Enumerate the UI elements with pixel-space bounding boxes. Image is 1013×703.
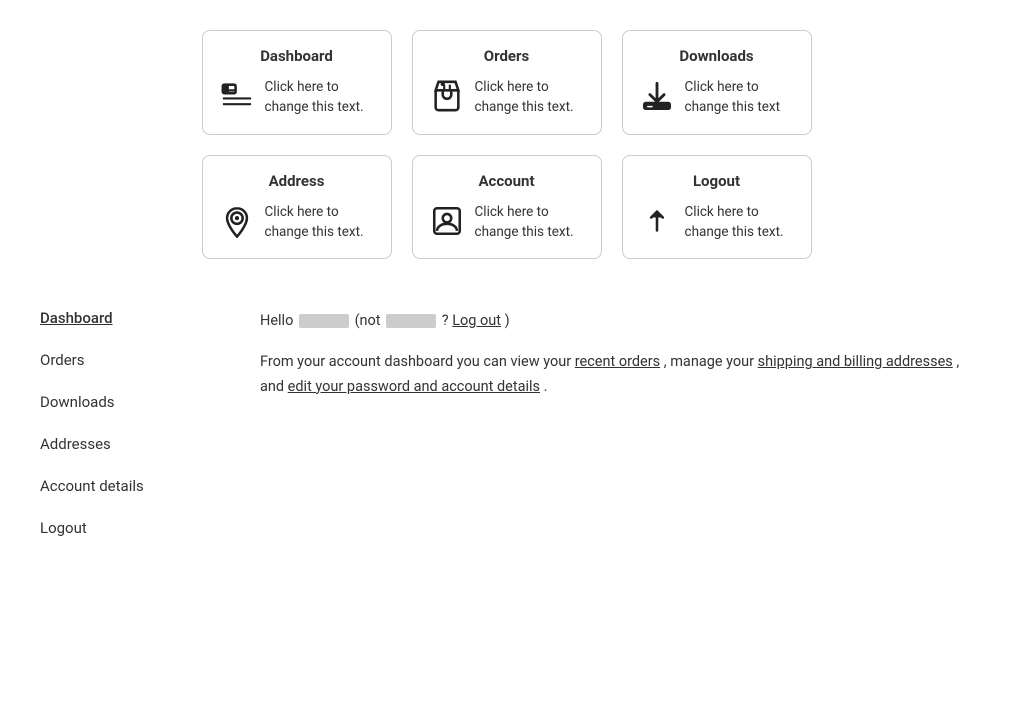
account-icon (429, 202, 465, 238)
desc-middle: , manage your (664, 353, 758, 370)
edit-account-link[interactable]: edit your password and account details (288, 378, 540, 395)
desc-period: . (544, 378, 548, 395)
card-body-dashboard: Click here to change this text. (219, 77, 375, 118)
hello-paren-close: ) (505, 312, 510, 329)
orders-icon (429, 77, 465, 113)
card-text-dashboard: Click here to change this text. (265, 77, 375, 118)
hello-not: (not (355, 312, 385, 329)
card-body-account: Click here to change this text. (429, 202, 585, 243)
description-line: From your account dashboard you can view… (260, 350, 973, 399)
card-body-logout: Click here to change this text. (639, 202, 795, 243)
card-body-address: Click here to change this text. (219, 202, 375, 243)
card-title-orders: Orders (429, 47, 585, 65)
card-text-logout: Click here to change this text. (685, 202, 795, 243)
bottom-section: Dashboard Orders Downloads Addresses Account… (40, 299, 973, 561)
sidebar-nav: Dashboard Orders Downloads Addresses Account… (40, 309, 200, 561)
log-out-link[interactable]: Log out (452, 312, 501, 329)
hello-line: Hello (not ? Log out ) (260, 309, 973, 332)
card-account[interactable]: Account Click here to change this text. (412, 155, 602, 260)
card-text-downloads: Click here to change this text (685, 77, 795, 118)
blurred-username-2 (386, 314, 436, 328)
sidebar-item-account-details[interactable]: Account details (40, 477, 200, 495)
dashboard-cards-grid: Dashboard Click here to change this text… (40, 20, 973, 259)
card-title-downloads: Downloads (639, 47, 795, 65)
card-body-downloads: Click here to change this text (639, 77, 795, 118)
card-title-dashboard: Dashboard (219, 47, 375, 65)
card-body-orders: Click here to change this text. (429, 77, 585, 118)
card-address[interactable]: Address Click here to change this text. (202, 155, 392, 260)
sidebar-item-logout[interactable]: Logout (40, 519, 200, 537)
card-text-account: Click here to change this text. (475, 202, 585, 243)
main-content: Hello (not ? Log out ) From your account… (260, 309, 973, 561)
hello-prefix: Hello (260, 312, 297, 329)
card-downloads[interactable]: Downloads Click here to change this text (622, 30, 812, 135)
address-icon (219, 202, 255, 238)
hello-question: ? (442, 312, 452, 329)
dashboard-icon (219, 77, 255, 113)
card-text-orders: Click here to change this text. (475, 77, 585, 118)
sidebar-item-addresses[interactable]: Addresses (40, 435, 200, 453)
sidebar-item-downloads[interactable]: Downloads (40, 393, 200, 411)
card-title-logout: Logout (639, 172, 795, 190)
shipping-billing-link[interactable]: shipping and billing addresses (758, 353, 953, 370)
sidebar-item-orders[interactable]: Orders (40, 351, 200, 369)
sidebar-item-dashboard[interactable]: Dashboard (40, 309, 200, 327)
desc-prefix: From your account dashboard you can view… (260, 353, 575, 370)
card-orders[interactable]: Orders Click here to change this text. (412, 30, 602, 135)
card-dashboard[interactable]: Dashboard Click here to change this text… (202, 30, 392, 135)
card-title-account: Account (429, 172, 585, 190)
recent-orders-link[interactable]: recent orders (575, 353, 660, 370)
blurred-username (299, 314, 349, 328)
logout-icon (639, 202, 675, 238)
card-text-address: Click here to change this text. (265, 202, 375, 243)
card-logout[interactable]: Logout Click here to change this text. (622, 155, 812, 260)
downloads-icon (639, 77, 675, 113)
card-title-address: Address (219, 172, 375, 190)
